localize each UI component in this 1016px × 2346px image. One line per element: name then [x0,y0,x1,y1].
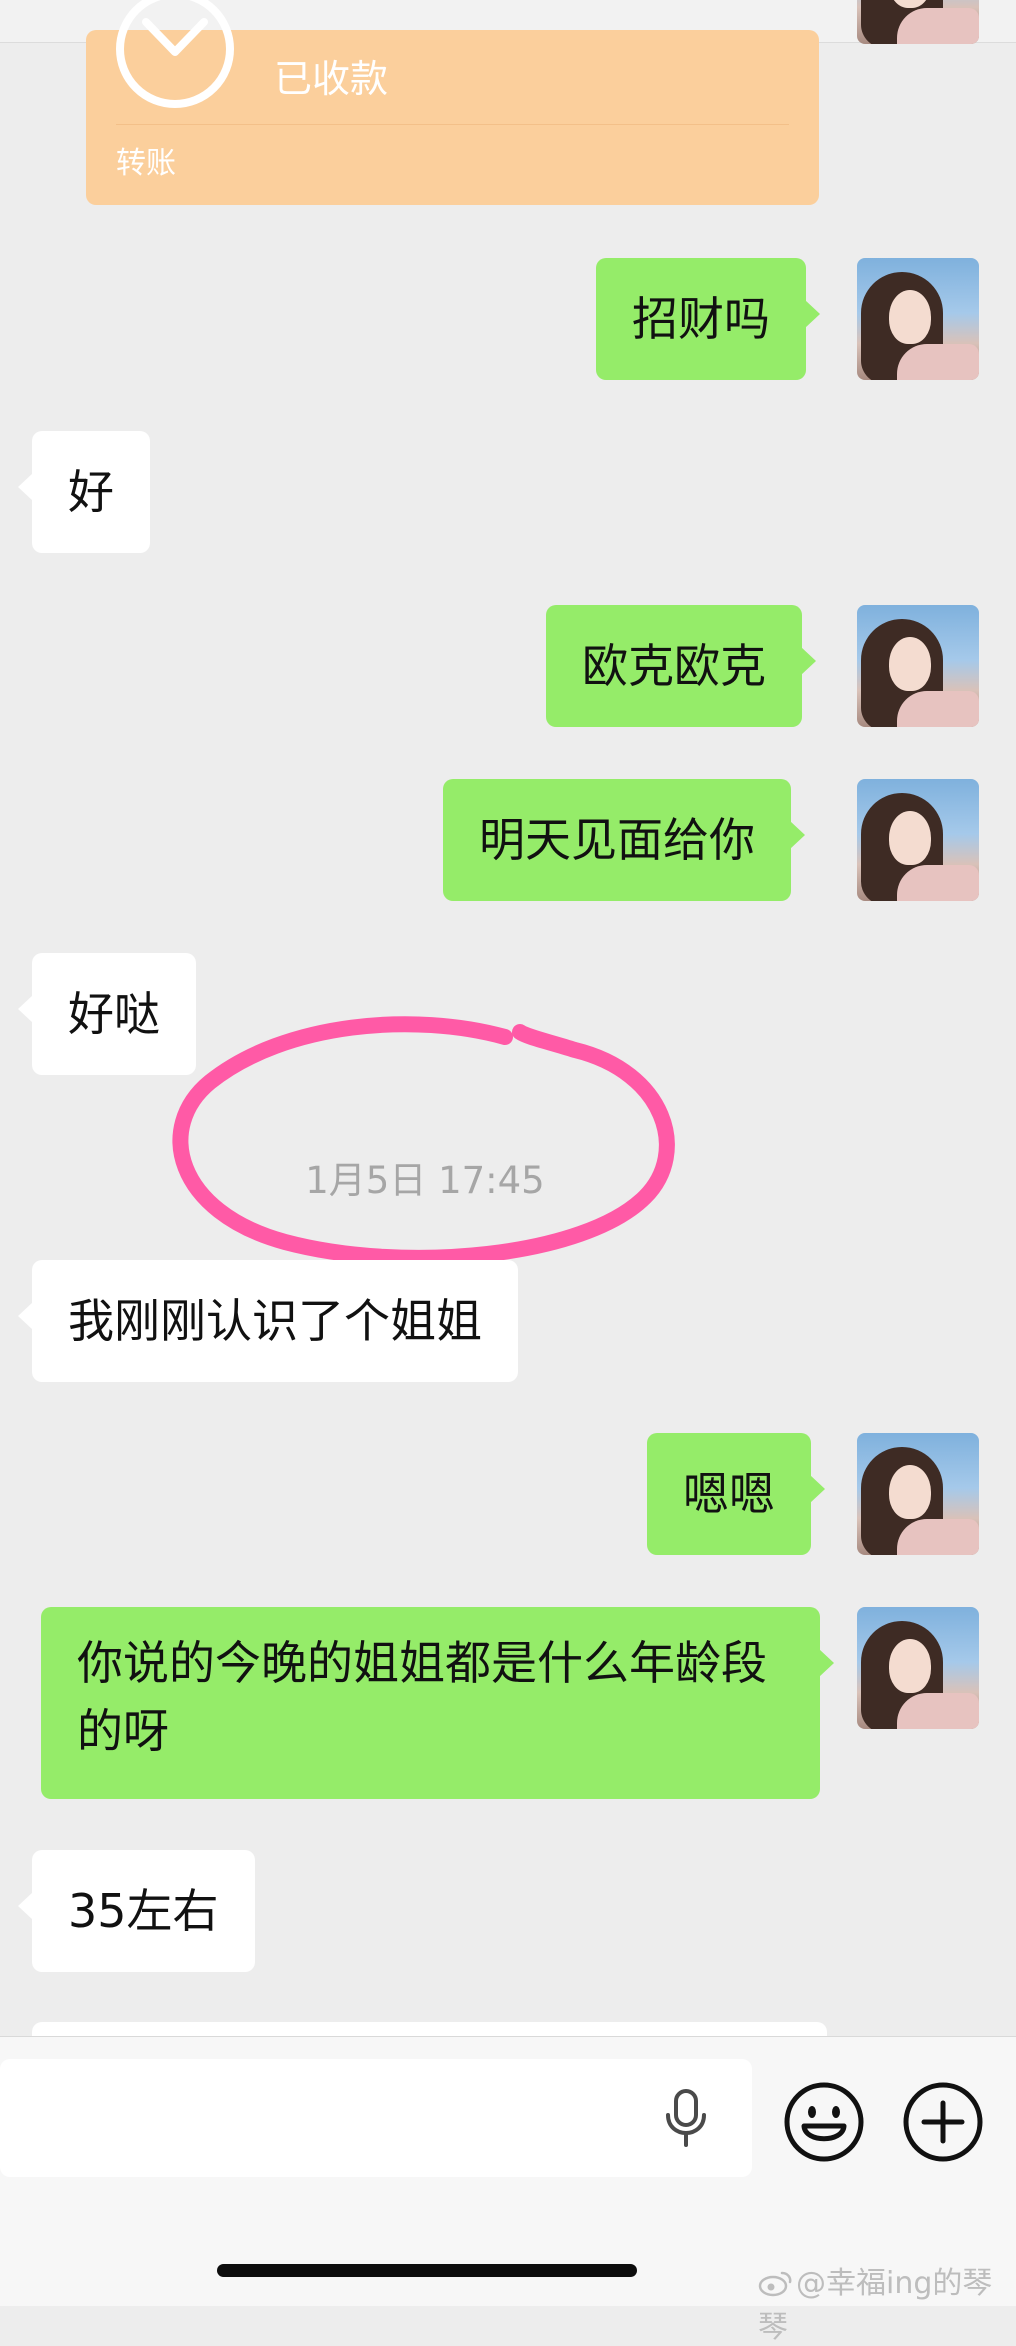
received-check-icon [116,0,234,108]
message-bubble-self[interactable]: 明天见面给你 [443,779,805,901]
transfer-label: 转账 [116,146,176,181]
weibo-logo-icon [758,2271,792,2297]
self-avatar[interactable] [857,0,979,44]
self-avatar[interactable] [857,779,979,901]
message-input[interactable] [0,2059,752,2177]
message-bubble-self[interactable]: 你说的今晚的姐姐都是什么年龄段的呀 [41,1607,834,1799]
self-avatar[interactable] [857,258,979,380]
message-bubble-self[interactable]: 欧克欧克 [546,605,816,727]
watermark: @幸福ing的琴琴 [758,2258,1016,2346]
transfer-status: 已收款 [274,57,389,101]
message-bubble-other[interactable]: 好 [18,431,150,553]
self-avatar[interactable] [857,1607,979,1729]
transfer-divider [116,124,789,125]
watermark-text: @幸福ing的琴琴 [758,2266,993,2345]
message-bubble-other[interactable]: 35左右 [18,1850,255,1972]
plus-icon[interactable] [902,2081,984,2163]
emoji-icon[interactable] [783,2081,865,2163]
annotation-circle [172,1016,675,1266]
self-avatar[interactable] [857,605,979,727]
message-bubble-other[interactable]: 我刚刚认识了个姐姐 [18,1260,518,1382]
message-bubble-self[interactable]: 嗯嗯 [647,1433,825,1555]
transfer-card[interactable]: 已收款 转账 [86,0,819,205]
home-indicator[interactable] [217,2264,637,2277]
message-bubble-self[interactable]: 招财吗 [596,258,820,380]
microphone-icon[interactable] [660,2087,712,2149]
message-timestamp: 1月5日 17:45 [305,1159,545,1202]
self-avatar[interactable] [857,1433,979,1555]
